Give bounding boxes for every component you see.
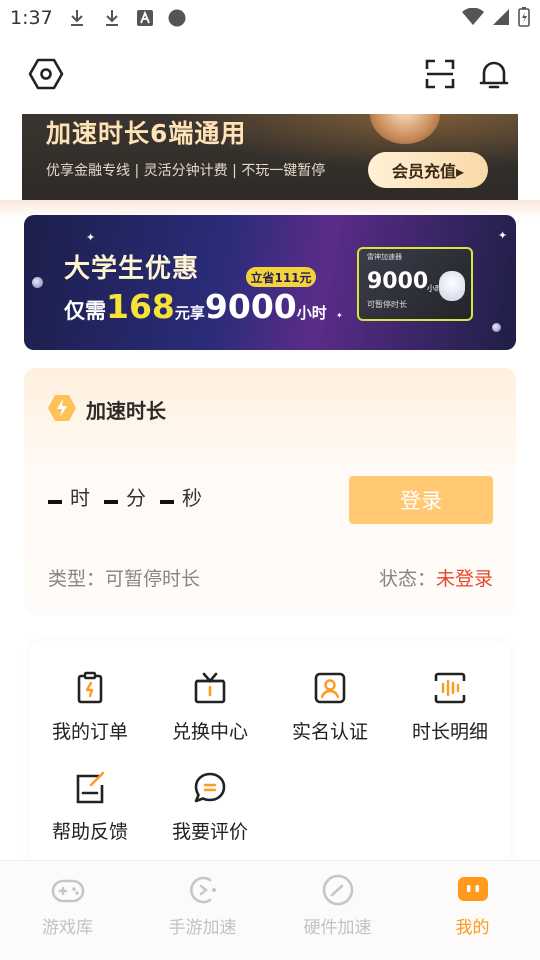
accel-time-card: 加速时长 时 分 秒 登录 类型：可暂停时长 状态：未登录 <box>24 368 516 616</box>
tab-mine[interactable]: 我的 <box>405 861 540 960</box>
login-button[interactable]: 登录 <box>349 476 493 524</box>
settings-button[interactable] <box>26 54 66 94</box>
service-redeem-center[interactable]: 兑换中心 <box>150 641 270 743</box>
login-status: 状态：未登录 <box>379 564 493 591</box>
planet-dot <box>492 323 501 332</box>
service-duration-detail[interactable]: 时长明细 <box>390 641 510 743</box>
card-hours: 9000 <box>367 269 429 294</box>
wifi-icon <box>462 8 484 25</box>
bell-icon <box>479 61 509 89</box>
price-prefix: 仅需 <box>64 299 106 323</box>
service-label: 兑换中心 <box>171 721 248 743</box>
lightning-icon <box>48 395 76 421</box>
scan-icon <box>425 59 455 89</box>
service-real-name-verification[interactable]: 实名认证 <box>270 641 390 743</box>
service-label: 实名认证 <box>291 721 368 743</box>
battery-icon <box>518 7 530 27</box>
save-badge: 立省111元 <box>246 267 316 287</box>
vip-banner[interactable]: 加速时长6端通用 优享金融专线 | 灵活分钟计费 | 不玩一键暂停 会员充值▸ <box>22 114 518 200</box>
service-write-review[interactable]: 我要评价 <box>150 741 270 843</box>
robot-mascot-image <box>439 271 465 301</box>
text-a-icon <box>137 10 153 26</box>
student-promo-price-line: 仅需168元享9000小时 <box>64 287 327 326</box>
tab-hardware-boost[interactable]: 硬件加速 <box>270 861 405 960</box>
service-label: 我要评价 <box>171 821 248 843</box>
service-my-orders[interactable]: 我的订单 <box>30 641 150 743</box>
hours-unit-label: 时 <box>70 486 90 510</box>
time-type-label: 类型：可暂停时长 <box>48 568 201 590</box>
status-time: 1:37 <box>10 7 53 29</box>
vip-banner-title: 加速时长6端通用 <box>46 119 247 148</box>
service-label: 帮助反馈 <box>51 821 128 843</box>
tab-mobile-game-boost[interactable]: 手游加速 <box>135 861 270 960</box>
tab-label: 手游加速 <box>168 918 237 938</box>
vip-recharge-button[interactable]: 会员充值▸ <box>368 152 488 188</box>
comment-icon <box>194 772 226 803</box>
student-promo-banner[interactable]: ✦ ✦ ✦ 大学生优惠 立省111元 仅需168元享9000小时 雷神加速器 9… <box>24 215 516 350</box>
student-promo-title: 大学生优惠 <box>64 254 200 284</box>
sparkle-icon: ✦ <box>336 311 343 320</box>
services-grid: 我的订单 兑换中心 实名认证 时长明细 帮助反馈 我要评价 <box>30 641 510 871</box>
status-indicators <box>462 7 530 27</box>
tab-label: 游戏库 <box>42 918 93 938</box>
hours-card: 雷神加速器 9000 小时 可暂停时长 <box>357 247 473 321</box>
duration-icon <box>434 672 466 704</box>
status-label: 状态： <box>378 568 436 590</box>
hours-placeholder <box>48 500 62 504</box>
gift-icon <box>194 672 226 704</box>
vip-banner-subtitle: 优享金融专线 | 灵活分钟计费 | 不玩一键暂停 <box>46 163 326 179</box>
notification-button[interactable] <box>474 54 514 94</box>
price-unit: 元享 <box>174 304 205 322</box>
service-label: 我的订单 <box>51 721 128 743</box>
status-value: 未登录 <box>435 568 493 590</box>
download-icon <box>106 10 118 26</box>
tab-label: 硬件加速 <box>303 918 372 938</box>
remaining-time: 时 分 秒 <box>48 482 216 511</box>
seconds-unit-label: 秒 <box>182 486 202 510</box>
service-label: 时长明细 <box>411 721 488 743</box>
accel-card-title: 加速时长 <box>86 399 166 423</box>
card-brand: 雷神加速器 <box>367 253 402 261</box>
minutes-unit-label: 分 <box>126 486 146 510</box>
status-bar: 1:37 <box>0 0 540 38</box>
planet-dot <box>32 277 43 288</box>
hours-unit: 小时 <box>296 304 327 322</box>
order-icon <box>77 671 103 704</box>
feedback-icon <box>76 771 105 804</box>
minutes-placeholder <box>104 500 118 504</box>
seconds-placeholder <box>160 500 174 504</box>
price-value: 168 <box>106 287 175 326</box>
sparkle-icon: ✦ <box>86 231 96 244</box>
download-icon <box>71 10 83 26</box>
id-card-icon <box>314 672 346 704</box>
bottom-tab-bar: 游戏库 手游加速 硬件加速 我的 <box>0 860 540 960</box>
tab-label: 我的 <box>455 918 490 938</box>
mobile-game-icon <box>189 876 216 904</box>
gauge-icon <box>322 874 353 906</box>
card-subtitle: 可暂停时长 <box>367 300 407 309</box>
profile-icon <box>457 877 488 901</box>
service-help-feedback[interactable]: 帮助反馈 <box>30 741 150 843</box>
hours-value: 9000 <box>204 287 297 326</box>
scan-button[interactable] <box>420 54 460 94</box>
sparkle-icon: ✦ <box>498 229 508 242</box>
hexagon-settings-icon <box>28 58 64 90</box>
circle-icon <box>168 9 186 27</box>
signal-icon <box>493 9 509 25</box>
header <box>0 38 540 114</box>
gamepad-icon <box>51 879 84 903</box>
tab-game-library[interactable]: 游戏库 <box>0 861 135 960</box>
